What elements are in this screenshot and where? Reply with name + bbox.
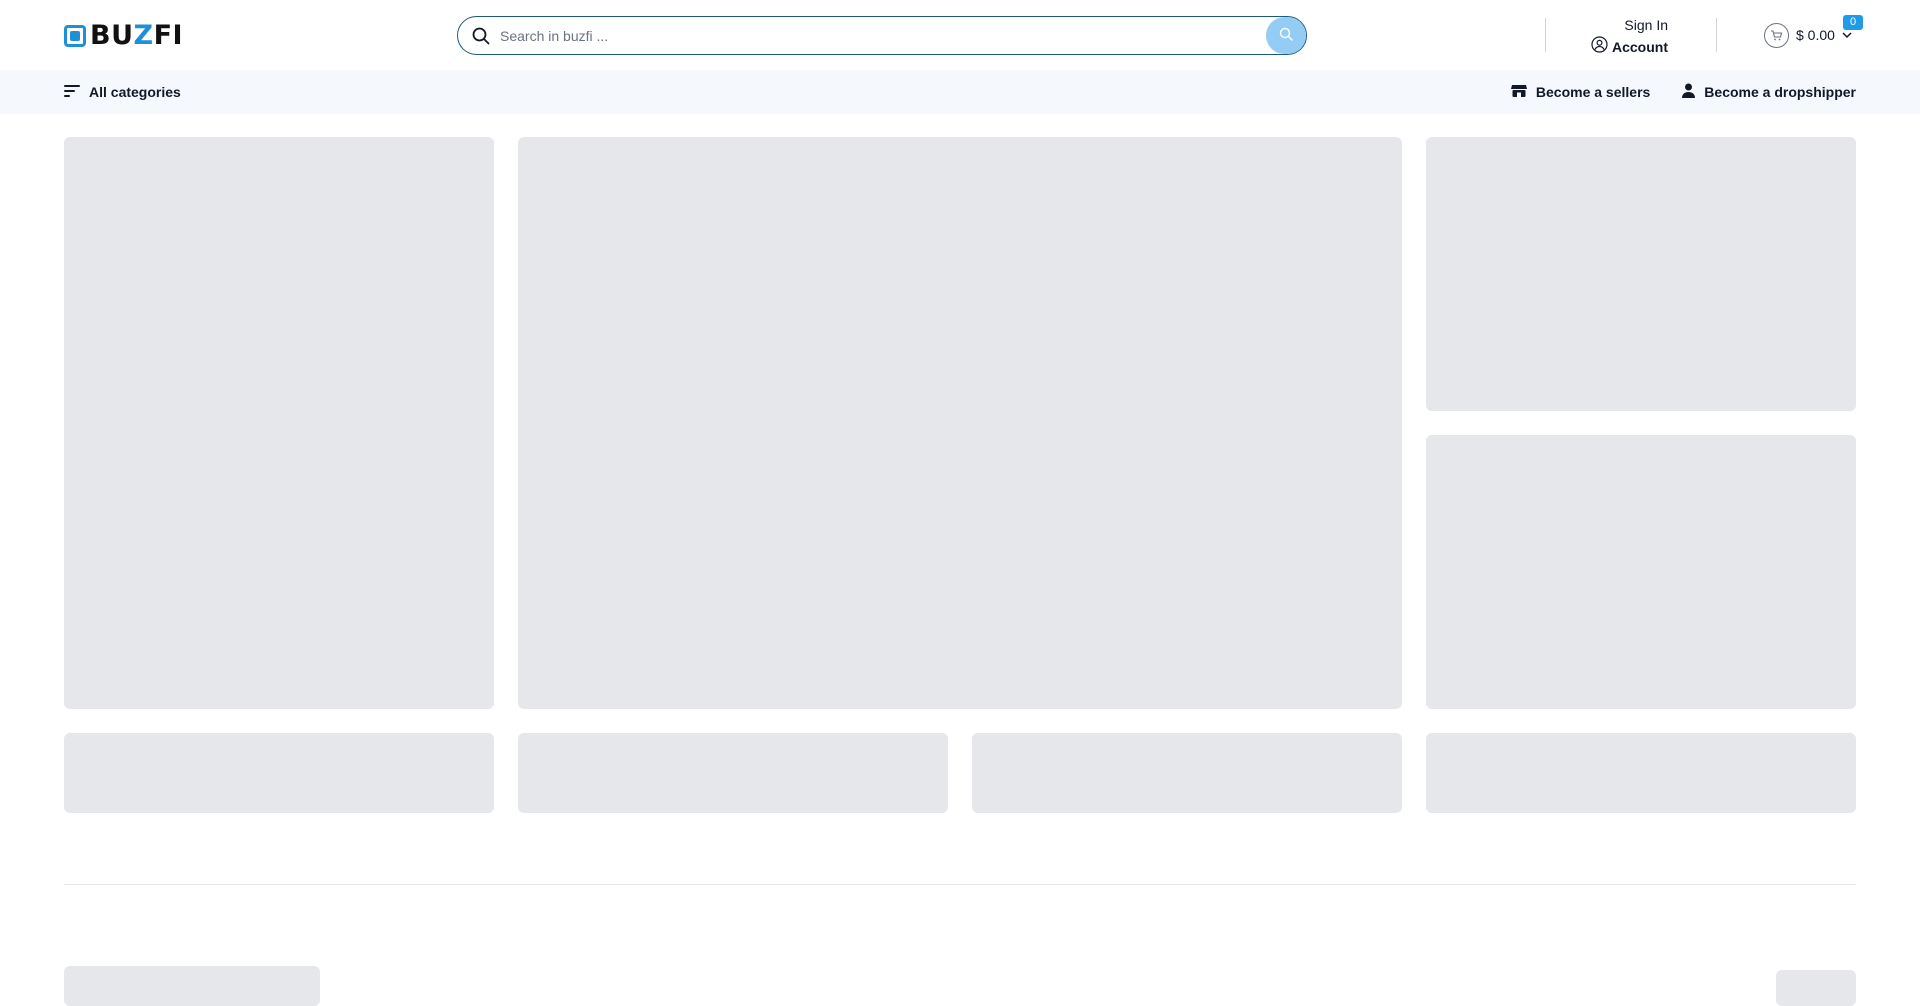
logo-text: BUZFI	[90, 20, 184, 51]
search-button[interactable]	[1266, 17, 1306, 54]
skeleton-view-all-button	[1776, 970, 1856, 1006]
skeleton-feature-card	[1426, 733, 1856, 813]
skeleton-side-banner-bottom	[1426, 435, 1856, 709]
section-divider	[64, 884, 1856, 885]
category-navbar: All categories Become a sellers Become a…	[0, 70, 1920, 114]
skeleton-left-panel	[64, 137, 494, 709]
skeleton-feature-card	[972, 733, 1402, 813]
search-input[interactable]	[500, 17, 1220, 54]
become-seller-link[interactable]: Become a sellers	[1510, 84, 1651, 101]
signin-label[interactable]: Sign In	[1592, 16, 1668, 34]
become-dropshipper-label: Become a dropshipper	[1704, 84, 1856, 100]
skeleton-hero-banner	[518, 137, 1402, 709]
cart-icon	[1764, 22, 1789, 48]
header-divider	[1716, 18, 1717, 52]
skeleton-feature-card	[64, 733, 494, 813]
skeleton-feature-card	[518, 733, 948, 813]
skeleton-section-title	[64, 966, 320, 1006]
site-header: BUZFI Sign In Account $ 0.00 0	[0, 0, 1920, 70]
navbar-links: Become a sellers Become a dropshipper	[1510, 82, 1856, 102]
user-circle-icon	[1591, 36, 1608, 58]
menu-icon	[64, 84, 81, 101]
store-icon	[1510, 84, 1527, 101]
buzfi-logo[interactable]: BUZFI	[64, 22, 183, 50]
cart-button[interactable]: $ 0.00	[1764, 22, 1852, 48]
logo-mark-icon	[64, 25, 86, 47]
account-label[interactable]: Account	[1612, 38, 1668, 56]
all-categories-label: All categories	[89, 84, 181, 100]
cart-count-badge: 0	[1843, 15, 1863, 30]
header-divider	[1545, 18, 1546, 52]
person-icon	[1682, 83, 1696, 101]
search-icon	[472, 27, 490, 45]
skeleton-side-banner-top	[1426, 137, 1856, 411]
search-bar	[457, 16, 1307, 55]
become-seller-label: Become a sellers	[1535, 84, 1651, 100]
account-menu[interactable]: Sign In Account	[1591, 16, 1668, 58]
search-button-icon	[1279, 27, 1293, 44]
become-dropshipper-link[interactable]: Become a dropshipper	[1682, 83, 1856, 101]
all-categories-button[interactable]: All categories	[64, 82, 181, 102]
cart-total: $ 0.00	[1796, 27, 1835, 43]
